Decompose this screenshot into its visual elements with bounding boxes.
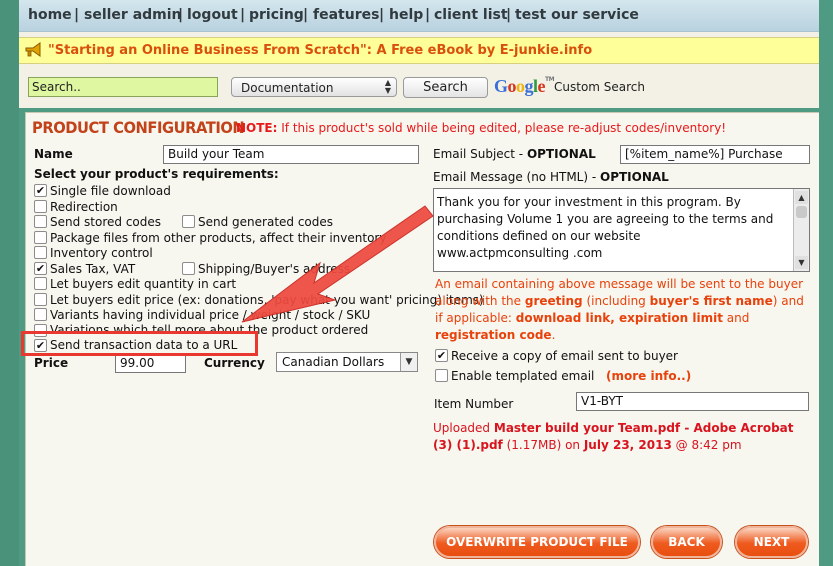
- annotation-arrow-icon: [241, 205, 434, 323]
